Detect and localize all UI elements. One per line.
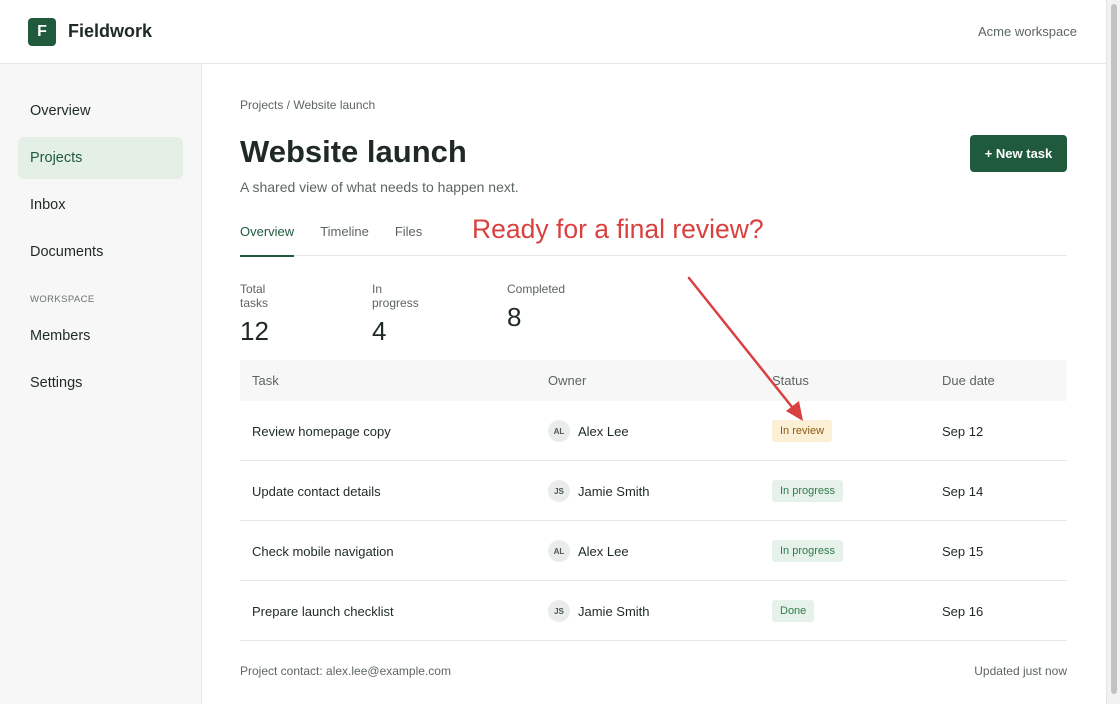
sidebar-item-label: Settings bbox=[30, 375, 83, 391]
owner-cell: JS Jamie Smith bbox=[548, 581, 650, 641]
owner-cell: AL Alex Lee bbox=[548, 401, 629, 461]
scrollbar[interactable] bbox=[1106, 0, 1120, 704]
sidebar-item-documents[interactable]: Documents bbox=[18, 231, 183, 273]
due-date: Sep 16 bbox=[942, 603, 984, 619]
stat-value: 12 bbox=[240, 316, 269, 346]
tab-overview[interactable]: Overview bbox=[240, 216, 295, 257]
avatar: AL bbox=[548, 540, 570, 562]
avatar: JS bbox=[548, 600, 570, 622]
stat-total-tasks: Total tasks 12 bbox=[240, 282, 269, 347]
app-name: Fieldwork bbox=[68, 21, 153, 41]
annotation-callout: Ready for a final review? bbox=[472, 214, 764, 244]
avatar: JS bbox=[548, 480, 570, 502]
sidebar-section-label: WORKSPACE bbox=[30, 294, 95, 305]
stat-label: Completed bbox=[507, 282, 566, 296]
status-badge: In review bbox=[772, 420, 833, 442]
sidebar-item-overview[interactable]: Overview bbox=[18, 90, 183, 132]
task-name[interactable]: Review homepage copy bbox=[252, 401, 391, 461]
owner-name: Alex Lee bbox=[578, 543, 629, 559]
status-badge: Done bbox=[772, 600, 815, 622]
status-cell: In review bbox=[772, 401, 833, 461]
tab-files[interactable]: Files bbox=[395, 216, 422, 256]
breadcrumb[interactable]: Projects / Website launch bbox=[240, 98, 375, 112]
scrollbar-thumb[interactable] bbox=[1111, 4, 1117, 694]
status-cell: Done bbox=[772, 581, 815, 641]
status-badge: In progress bbox=[772, 480, 844, 502]
task-name[interactable]: Check mobile navigation bbox=[252, 521, 394, 581]
page-title: Website launch bbox=[240, 134, 467, 169]
stat-label: In progress bbox=[372, 282, 419, 310]
workspace-switcher[interactable]: Acme workspace bbox=[978, 24, 1077, 39]
stat-in-progress: In progress 4 bbox=[372, 282, 419, 347]
tasks-table: Task Owner Status Due date Review homepa… bbox=[240, 360, 1067, 641]
sidebar-item-members[interactable]: Members bbox=[18, 315, 183, 357]
updated-status: Updated just now bbox=[974, 664, 1067, 678]
sidebar-item-projects[interactable]: Projects bbox=[18, 137, 183, 179]
column-header-due-date: Due date bbox=[942, 373, 995, 388]
table-row[interactable]: Review homepage copy AL Alex Lee In revi… bbox=[240, 401, 1067, 461]
column-header-status: Status bbox=[772, 373, 809, 388]
status-cell: In progress bbox=[772, 461, 844, 521]
stat-completed: Completed 8 bbox=[507, 282, 565, 333]
sidebar-item-label: Inbox bbox=[30, 197, 66, 213]
due-date: Sep 12 bbox=[942, 423, 984, 439]
sidebar-item-label: Members bbox=[30, 328, 91, 344]
avatar: AL bbox=[548, 420, 570, 442]
owner-name: Alex Lee bbox=[578, 423, 629, 439]
owner-cell: AL Alex Lee bbox=[548, 521, 629, 581]
top-header: F Fieldwork Acme workspace bbox=[0, 0, 1106, 64]
app-logo-icon: F bbox=[28, 17, 56, 46]
table-header: Task Owner Status Due date bbox=[240, 360, 1067, 401]
sidebar-item-inbox[interactable]: Inbox bbox=[18, 184, 183, 226]
sidebar-item-label: Overview bbox=[30, 103, 91, 119]
app-window: F Fieldwork Acme workspace Overview Proj… bbox=[0, 0, 1120, 704]
due-date: Sep 14 bbox=[942, 483, 984, 499]
column-header-owner: Owner bbox=[548, 373, 587, 388]
column-header-task: Task bbox=[252, 373, 279, 388]
stat-value: 8 bbox=[507, 302, 522, 332]
tab-timeline[interactable]: Timeline bbox=[320, 216, 369, 256]
status-cell: In progress bbox=[772, 521, 844, 581]
status-badge: In progress bbox=[772, 540, 844, 562]
table-row[interactable]: Update contact details JS Jamie Smith In… bbox=[240, 461, 1067, 521]
owner-name: Jamie Smith bbox=[578, 603, 650, 619]
brand[interactable]: F Fieldwork bbox=[28, 17, 153, 46]
sidebar: Overview Projects Inbox Documents WORKSP… bbox=[0, 64, 202, 704]
task-name[interactable]: Prepare launch checklist bbox=[252, 581, 394, 641]
table-row[interactable]: Check mobile navigation AL Alex Lee In p… bbox=[240, 521, 1067, 581]
new-task-button[interactable]: + New task bbox=[970, 135, 1067, 172]
owner-cell: JS Jamie Smith bbox=[548, 461, 650, 521]
sidebar-item-settings[interactable]: Settings bbox=[18, 362, 183, 404]
task-name[interactable]: Update contact details bbox=[252, 461, 381, 521]
stat-label: Total tasks bbox=[240, 282, 269, 310]
project-contact: Project contact: alex.lee@example.com bbox=[240, 664, 451, 678]
page-subtitle: A shared view of what needs to happen ne… bbox=[240, 179, 519, 195]
owner-name: Jamie Smith bbox=[578, 483, 650, 499]
stat-value: 4 bbox=[372, 316, 387, 346]
table-row[interactable]: Prepare launch checklist JS Jamie Smith … bbox=[240, 581, 1067, 641]
due-date: Sep 15 bbox=[942, 543, 984, 559]
sidebar-item-label: Projects bbox=[30, 150, 83, 166]
sidebar-item-label: Documents bbox=[30, 244, 104, 260]
